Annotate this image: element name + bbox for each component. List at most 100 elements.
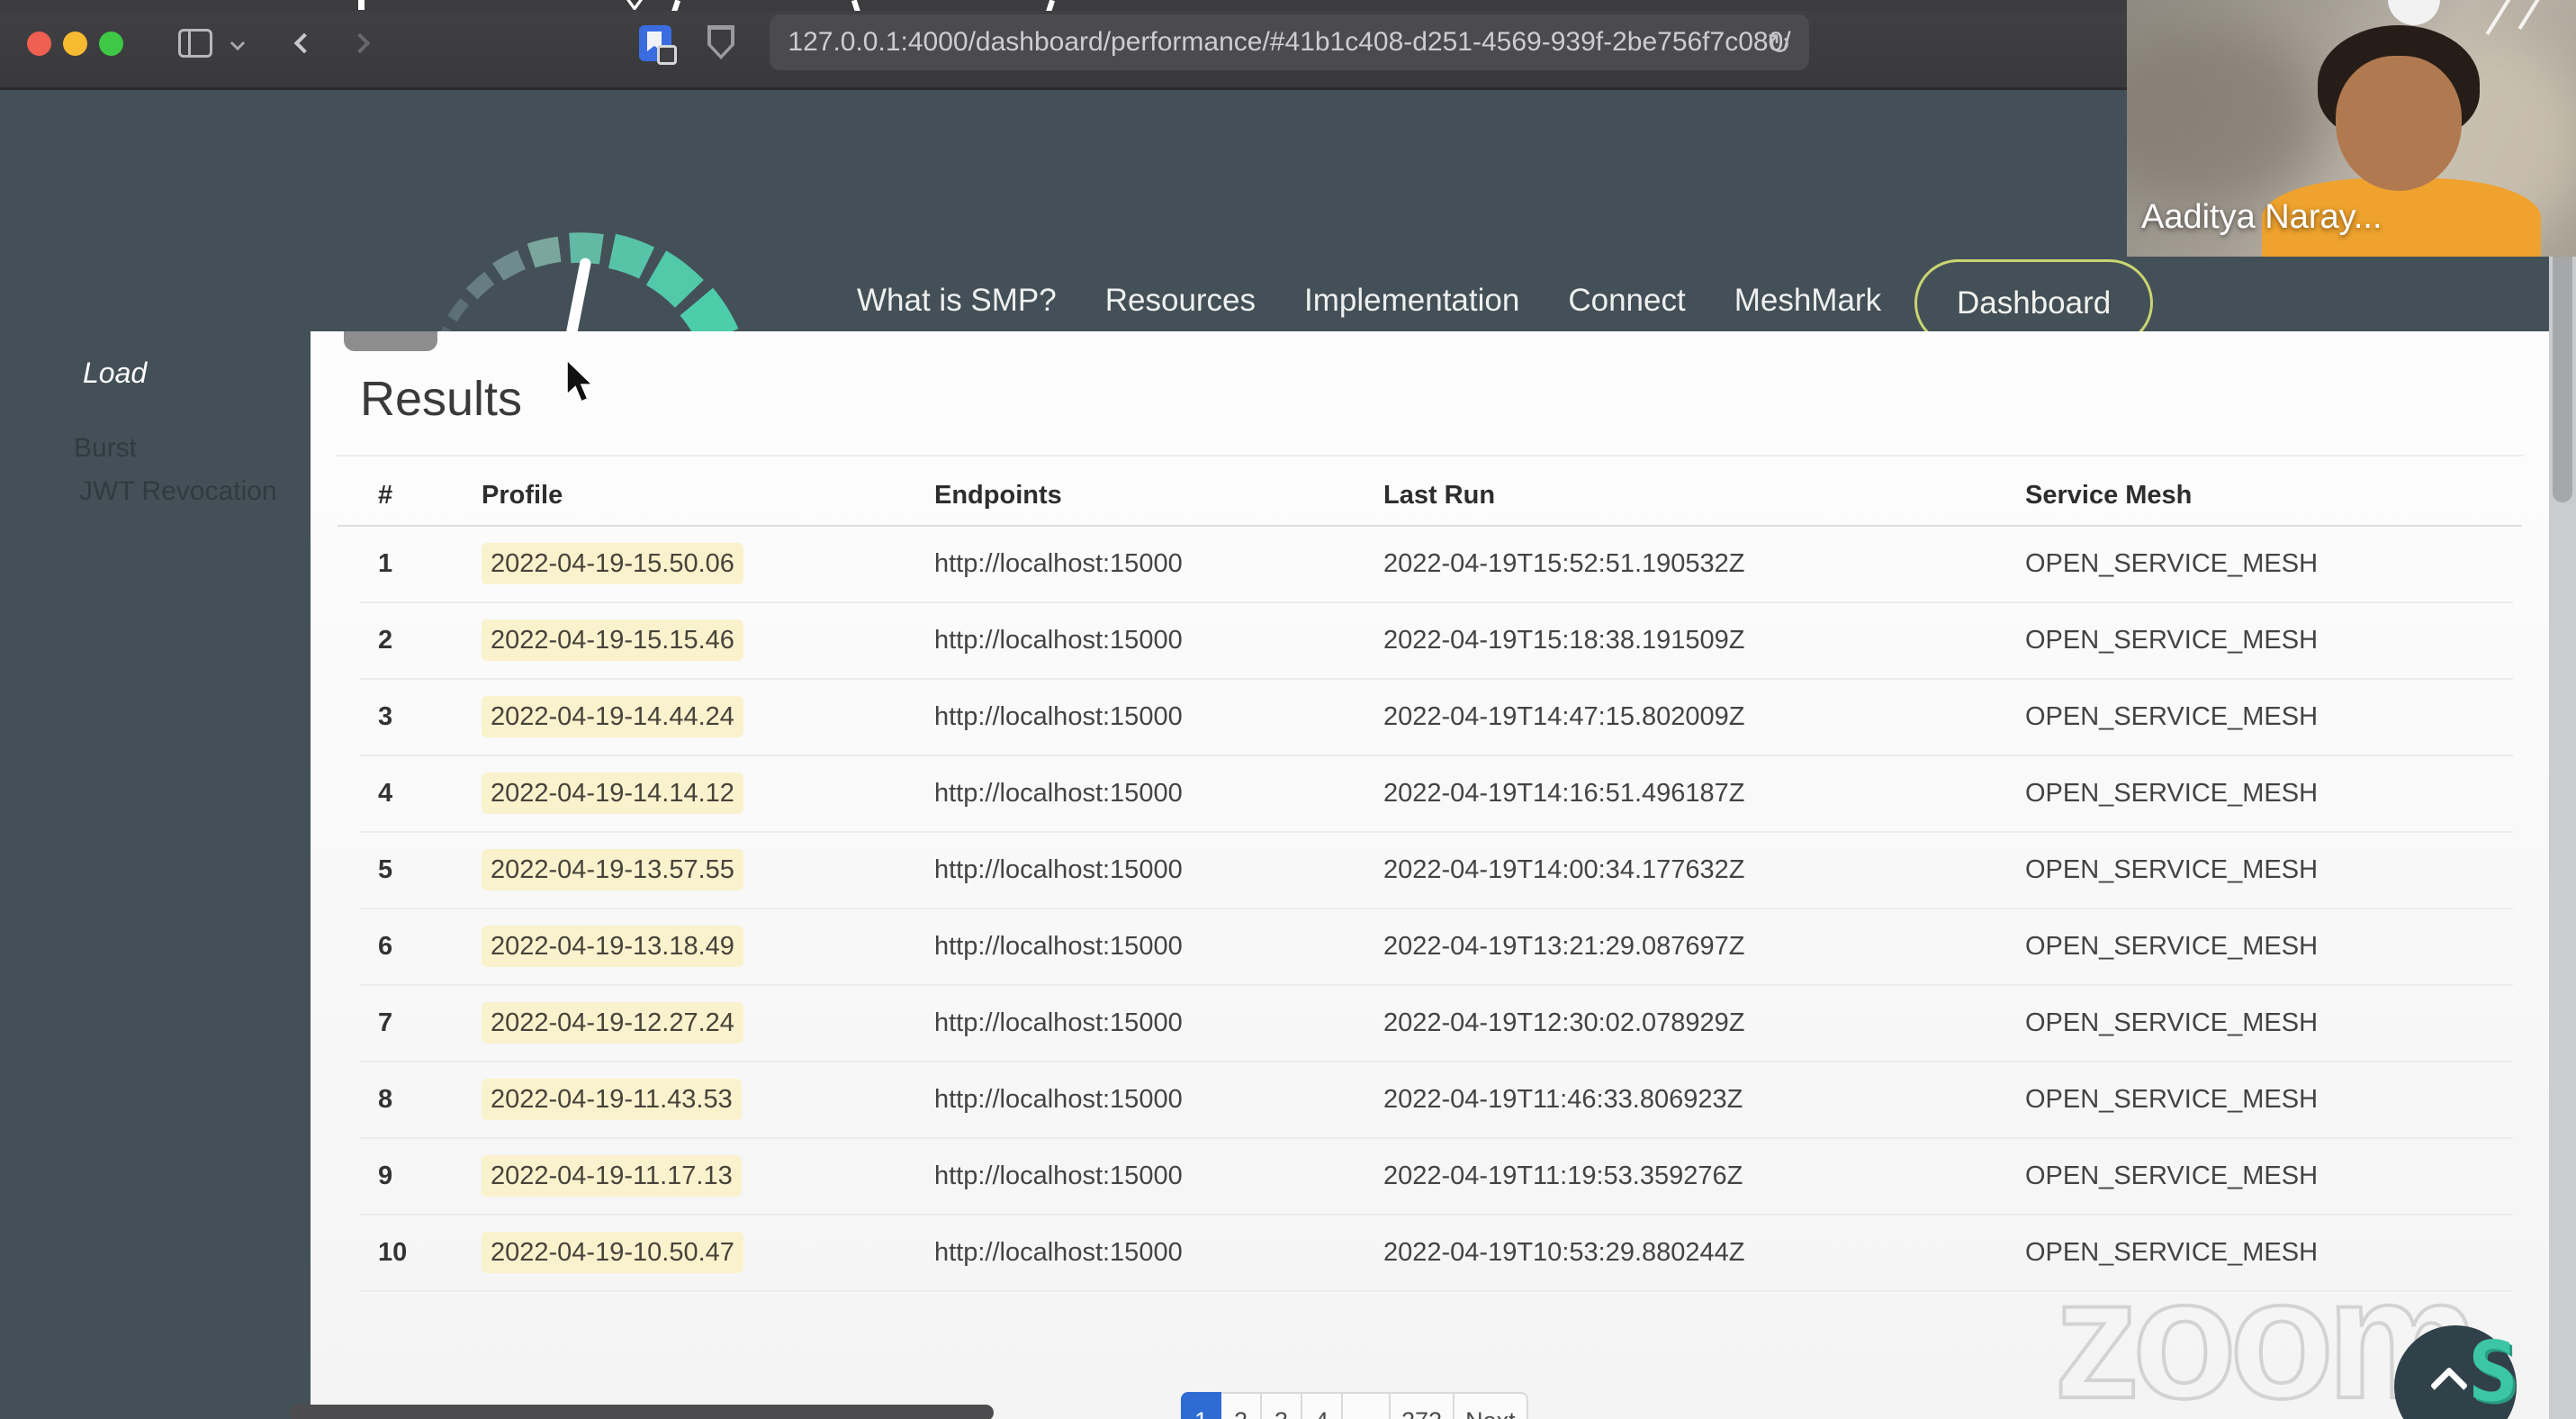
page-button[interactable]: 1 [1181, 1392, 1221, 1419]
title-fragment [671, 0, 681, 11]
nav-link[interactable]: What is SMP? [857, 283, 1057, 319]
table-row[interactable]: 2 2022-04-19-15.15.46 http://localhost:1… [360, 603, 2513, 680]
title-fragment [851, 0, 861, 11]
endpoint-cell: http://localhost:15000 [934, 779, 1183, 808]
table-row[interactable]: 5 2022-04-19-13.57.55 http://localhost:1… [360, 833, 2513, 909]
profile-cell[interactable]: 2022-04-19-10.50.47 [482, 1232, 934, 1273]
last-run-cell: 2022-04-19T15:52:51.190532Z [1383, 549, 1745, 578]
column-header[interactable]: Last Run [1383, 481, 2025, 511]
profile-link[interactable]: 2022-04-19-14.44.24 [482, 696, 743, 737]
profile-cell[interactable]: 2022-04-19-15.15.46 [482, 619, 934, 661]
chevron-down-icon[interactable] [230, 35, 246, 51]
page-button[interactable]: 272 [1391, 1392, 1455, 1419]
sidebar-item[interactable]: Load [83, 357, 311, 390]
table-row[interactable]: 8 2022-04-19-11.43.53 http://localhost:1… [360, 1062, 2513, 1139]
page-title: Results [360, 372, 523, 426]
page-button[interactable]: 3 [1262, 1392, 1302, 1419]
endpoint-cell: http://localhost:15000 [934, 1085, 1183, 1114]
nav-link[interactable]: Implementation [1304, 283, 1519, 319]
column-header[interactable]: Service Mesh [2025, 481, 2513, 511]
url-text: 127.0.0.1:4000/dashboard/performance/#41… [788, 27, 1791, 57]
page-button[interactable]: 4 [1302, 1392, 1343, 1419]
profile-link[interactable]: 2022-04-19-15.15.46 [482, 619, 743, 661]
profile-link[interactable]: 2022-04-19-10.50.47 [482, 1232, 743, 1273]
profile-link[interactable]: 2022-04-19-11.43.53 [482, 1079, 742, 1120]
nav-link[interactable]: MeshMark [1734, 283, 1881, 319]
profile-link[interactable]: 2022-04-19-13.57.55 [482, 849, 743, 890]
row-index: 8 [378, 1085, 393, 1114]
service-mesh-cell: OPEN_SERVICE_MESH [2025, 932, 2319, 961]
table-row[interactable]: 9 2022-04-19-11.17.13 http://localhost:1… [360, 1139, 2513, 1216]
endpoint-cell: http://localhost:15000 [934, 932, 1183, 961]
sidebar-toggle-icon[interactable] [178, 29, 212, 58]
service-mesh-cell: OPEN_SERVICE_MESH [2025, 626, 2319, 655]
last-run-cell: 2022-04-19T15:18:38.191509Z [1383, 626, 1745, 655]
password-extension-icon[interactable] [639, 25, 677, 65]
next-page-button[interactable]: Next [1455, 1392, 1528, 1419]
endpoint-cell: http://localhost:15000 [934, 702, 1183, 731]
scrolled-tab[interactable] [344, 331, 437, 351]
dashboard-label: Dashboard [1957, 285, 2112, 321]
table-row[interactable]: 1 2022-04-19-15.50.06 http://localhost:1… [360, 527, 2513, 603]
chevron-up-icon [2429, 1366, 2469, 1405]
speaker-face [2336, 56, 2462, 191]
profile-cell[interactable]: 2022-04-19-15.50.06 [482, 543, 934, 584]
profile-cell[interactable]: 2022-04-19-14.14.12 [482, 773, 934, 814]
row-index: 9 [378, 1161, 393, 1190]
profile-link[interactable]: 2022-04-19-11.17.13 [482, 1155, 742, 1197]
forward-button[interactable] [349, 32, 371, 54]
page-button[interactable]: … [1343, 1392, 1391, 1419]
last-run-cell: 2022-04-19T11:19:53.359276Z [1383, 1161, 1743, 1190]
title-fragment [626, 0, 643, 10]
profile-cell[interactable]: 2022-04-19-12.27.24 [482, 1002, 934, 1044]
nav-link[interactable]: Resources [1105, 283, 1256, 319]
table-row[interactable]: 7 2022-04-19-12.27.24 http://localhost:1… [360, 986, 2513, 1062]
table-row[interactable]: 4 2022-04-19-14.14.12 http://localhost:1… [360, 756, 2513, 833]
last-run-cell: 2022-04-19T12:30:02.078929Z [1383, 1008, 1745, 1037]
service-mesh-cell: OPEN_SERVICE_MESH [2025, 779, 2319, 808]
webcam-overlay[interactable]: Aaditya Naray... [2127, 0, 2576, 257]
vertical-scrollbar[interactable] [2549, 90, 2576, 1419]
last-run-cell: 2022-04-19T11:46:33.806923Z [1383, 1085, 1743, 1114]
row-index: 3 [378, 702, 393, 731]
profile-link[interactable]: 2022-04-19-13.18.49 [482, 926, 743, 967]
address-bar[interactable]: 127.0.0.1:4000/dashboard/performance/#41… [770, 14, 1809, 70]
layer5-logo-icon: S [2468, 1324, 2518, 1419]
profile-cell[interactable]: 2022-04-19-14.44.24 [482, 696, 934, 737]
column-header[interactable]: Endpoints [934, 481, 1383, 511]
profile-link[interactable]: 2022-04-19-15.50.06 [482, 543, 743, 584]
results-table-body: 1 2022-04-19-15.50.06 http://localhost:1… [360, 527, 2513, 1292]
reload-icon[interactable]: ↻ [1767, 27, 1791, 61]
divider [336, 455, 2524, 456]
endpoint-cell: http://localhost:15000 [934, 549, 1183, 578]
service-mesh-cell: OPEN_SERVICE_MESH [2025, 855, 2319, 884]
row-index: 4 [378, 779, 393, 808]
profile-cell[interactable]: 2022-04-19-11.17.13 [482, 1155, 934, 1197]
screen: 127.0.0.1:4000/dashboard/performance/#41… [0, 0, 2576, 1419]
participant-name: Aaditya Naray... [2141, 198, 2382, 236]
profile-cell[interactable]: 2022-04-19-11.43.53 [482, 1079, 934, 1120]
horizontal-scrollbar-thumb[interactable] [290, 1405, 994, 1419]
minimize-window-button[interactable] [63, 32, 87, 56]
last-run-cell: 2022-04-19T13:21:29.087697Z [1383, 932, 1745, 961]
fullscreen-window-button[interactable] [99, 32, 123, 56]
page-button[interactable]: 2 [1221, 1392, 1262, 1419]
sidebar-item[interactable]: Burst [74, 433, 311, 464]
profile-link[interactable]: 2022-04-19-12.27.24 [482, 1002, 743, 1044]
column-header[interactable]: Profile [482, 481, 934, 511]
overlay-circle [2388, 0, 2440, 25]
profile-link[interactable]: 2022-04-19-14.14.12 [482, 773, 743, 814]
sidebar-item[interactable]: JWT Revocation [79, 476, 311, 507]
table-row[interactable]: 6 2022-04-19-13.18.49 http://localhost:1… [360, 909, 2513, 986]
table-row[interactable]: 3 2022-04-19-14.44.24 http://localhost:1… [360, 680, 2513, 756]
back-button[interactable] [293, 32, 315, 54]
profile-cell[interactable]: 2022-04-19-13.18.49 [482, 926, 934, 967]
profile-cell[interactable]: 2022-04-19-13.57.55 [482, 849, 934, 890]
last-run-cell: 2022-04-19T14:47:15.802009Z [1383, 702, 1745, 731]
title-fragment [1045, 0, 1056, 11]
nav-link[interactable]: Connect [1568, 283, 1685, 319]
close-window-button[interactable] [27, 32, 51, 56]
endpoint-cell: http://localhost:15000 [934, 855, 1183, 884]
column-header[interactable]: # [360, 481, 482, 511]
last-run-cell: 2022-04-19T10:53:29.880244Z [1383, 1238, 1745, 1267]
